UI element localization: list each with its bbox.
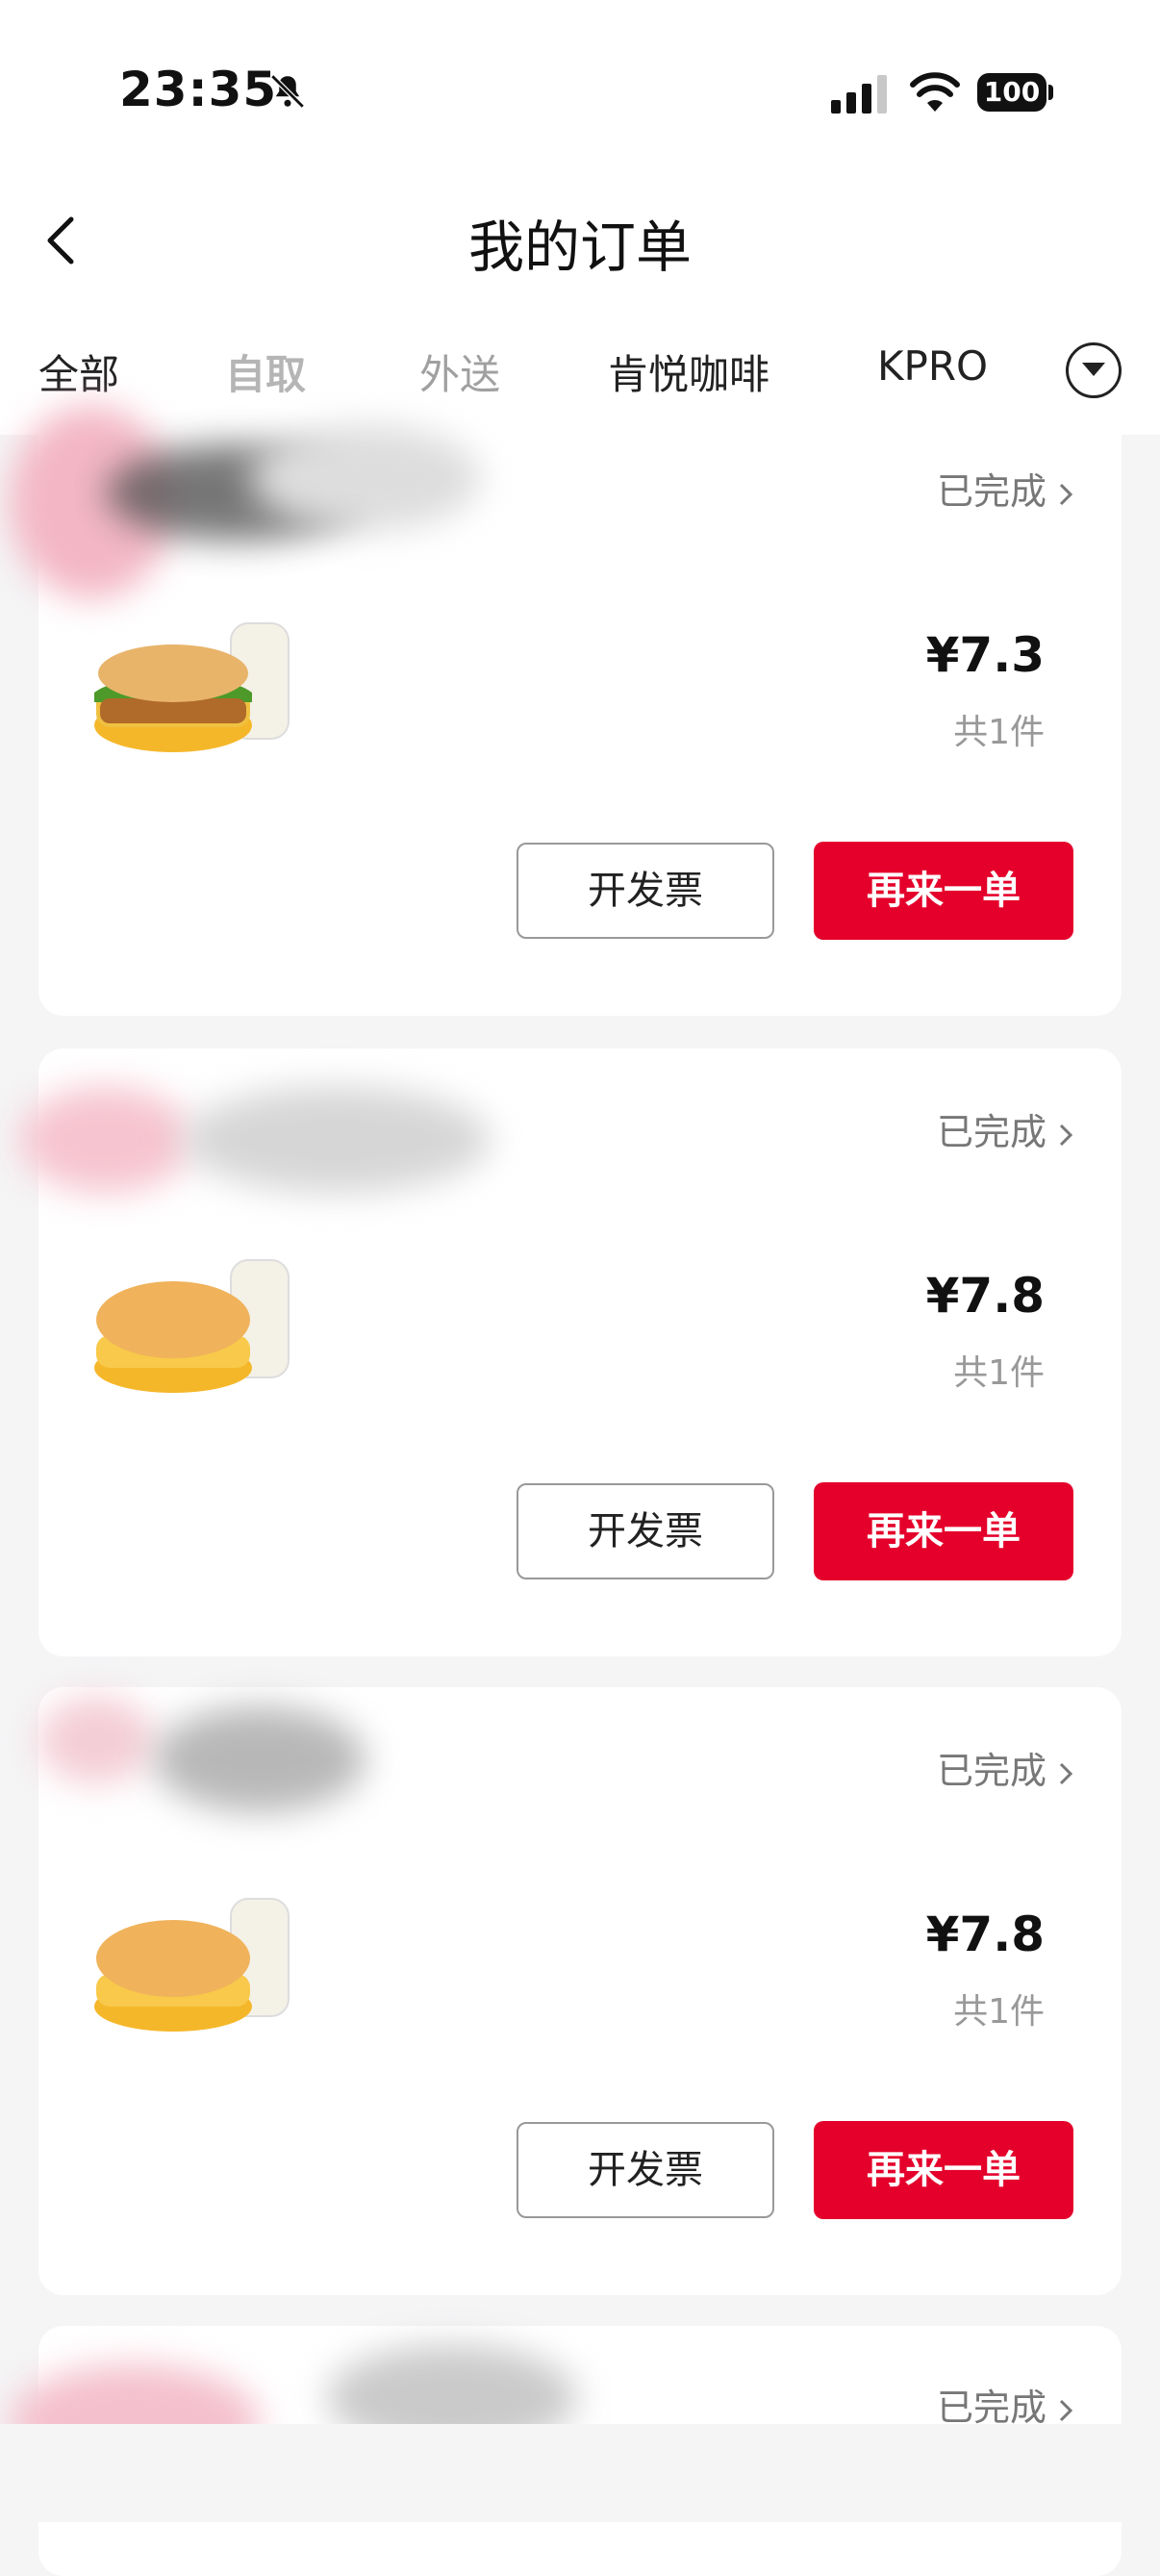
- status-text: 已完成: [936, 470, 1047, 513]
- chevron-right-icon: [1059, 1762, 1073, 1784]
- chevron-right-icon: [1059, 1124, 1073, 1146]
- order-tabs: 全部 自取 外送 肯悦咖啡 KPRO: [0, 337, 1160, 406]
- tab-delivery[interactable]: 外送: [419, 342, 500, 401]
- order-card[interactable]: 已完成 ¥7.3 共1件 开发票 再来一单: [10, 406, 1122, 1016]
- redacted-area: [38, 1697, 154, 1783]
- redacted-area: [19, 1087, 192, 1193]
- battery-level: 100: [977, 73, 1047, 112]
- page-title: 我的订单: [467, 215, 692, 280]
- order-quantity: 共1件: [953, 1353, 1045, 1393]
- redacted-area: [250, 425, 481, 531]
- order-status[interactable]: 已完成: [937, 1741, 1073, 1794]
- tab-pickup[interactable]: 自取: [225, 342, 306, 401]
- status-text: 已完成: [936, 1750, 1047, 1792]
- tab-all[interactable]: 全部: [38, 342, 119, 401]
- more-tabs-button[interactable]: [1066, 342, 1122, 398]
- status-text: 已完成: [936, 2387, 1047, 2429]
- order-price: ¥7.8: [925, 1268, 1045, 1324]
- status-text: 已完成: [936, 1111, 1047, 1153]
- chevron-down-circle-icon: [1082, 363, 1105, 376]
- order-card[interactable]: 已完成 ¥7.8 共1件 开发票 再来一单: [19, 1048, 1122, 1656]
- invoice-button[interactable]: 开发票: [517, 2122, 774, 2218]
- signal-icon: [831, 75, 887, 114]
- tab-coffee[interactable]: 肯悦咖啡: [608, 342, 769, 401]
- status-time: 23:35: [119, 62, 278, 117]
- bell-slash-icon: [270, 74, 305, 109]
- tab-kpro[interactable]: KPRO: [877, 342, 988, 390]
- order-card[interactable]: 已完成 ¥7.8 共1件 开发票 再来一单: [38, 1687, 1122, 2295]
- order-quantity: 共1件: [953, 713, 1045, 752]
- order-quantity: 共1件: [953, 1992, 1045, 2032]
- chevron-right-icon: [1059, 483, 1073, 505]
- redacted-area: [154, 1706, 366, 1812]
- reorder-button[interactable]: 再来一单: [814, 1482, 1073, 1580]
- bottom-fade: [0, 2424, 1160, 2522]
- order-price: ¥7.8: [925, 1907, 1045, 1962]
- redacted-area: [183, 1087, 491, 1193]
- product-image: [94, 1259, 290, 1393]
- reorder-button[interactable]: 再来一单: [814, 842, 1073, 940]
- invoice-button[interactable]: 开发票: [517, 1483, 774, 1579]
- chevron-right-icon: [1059, 2399, 1073, 2421]
- order-status[interactable]: 已完成: [937, 462, 1073, 515]
- product-image: [94, 1898, 290, 2032]
- order-status[interactable]: 已完成: [937, 2378, 1073, 2431]
- battery-icon: 100: [977, 73, 1054, 112]
- order-price: ¥7.3: [925, 627, 1045, 683]
- wifi-icon: [910, 72, 960, 112]
- order-status[interactable]: 已完成: [937, 1102, 1073, 1155]
- reorder-button[interactable]: 再来一单: [814, 2121, 1073, 2219]
- product-image: [94, 622, 290, 752]
- invoice-button[interactable]: 开发票: [517, 843, 774, 939]
